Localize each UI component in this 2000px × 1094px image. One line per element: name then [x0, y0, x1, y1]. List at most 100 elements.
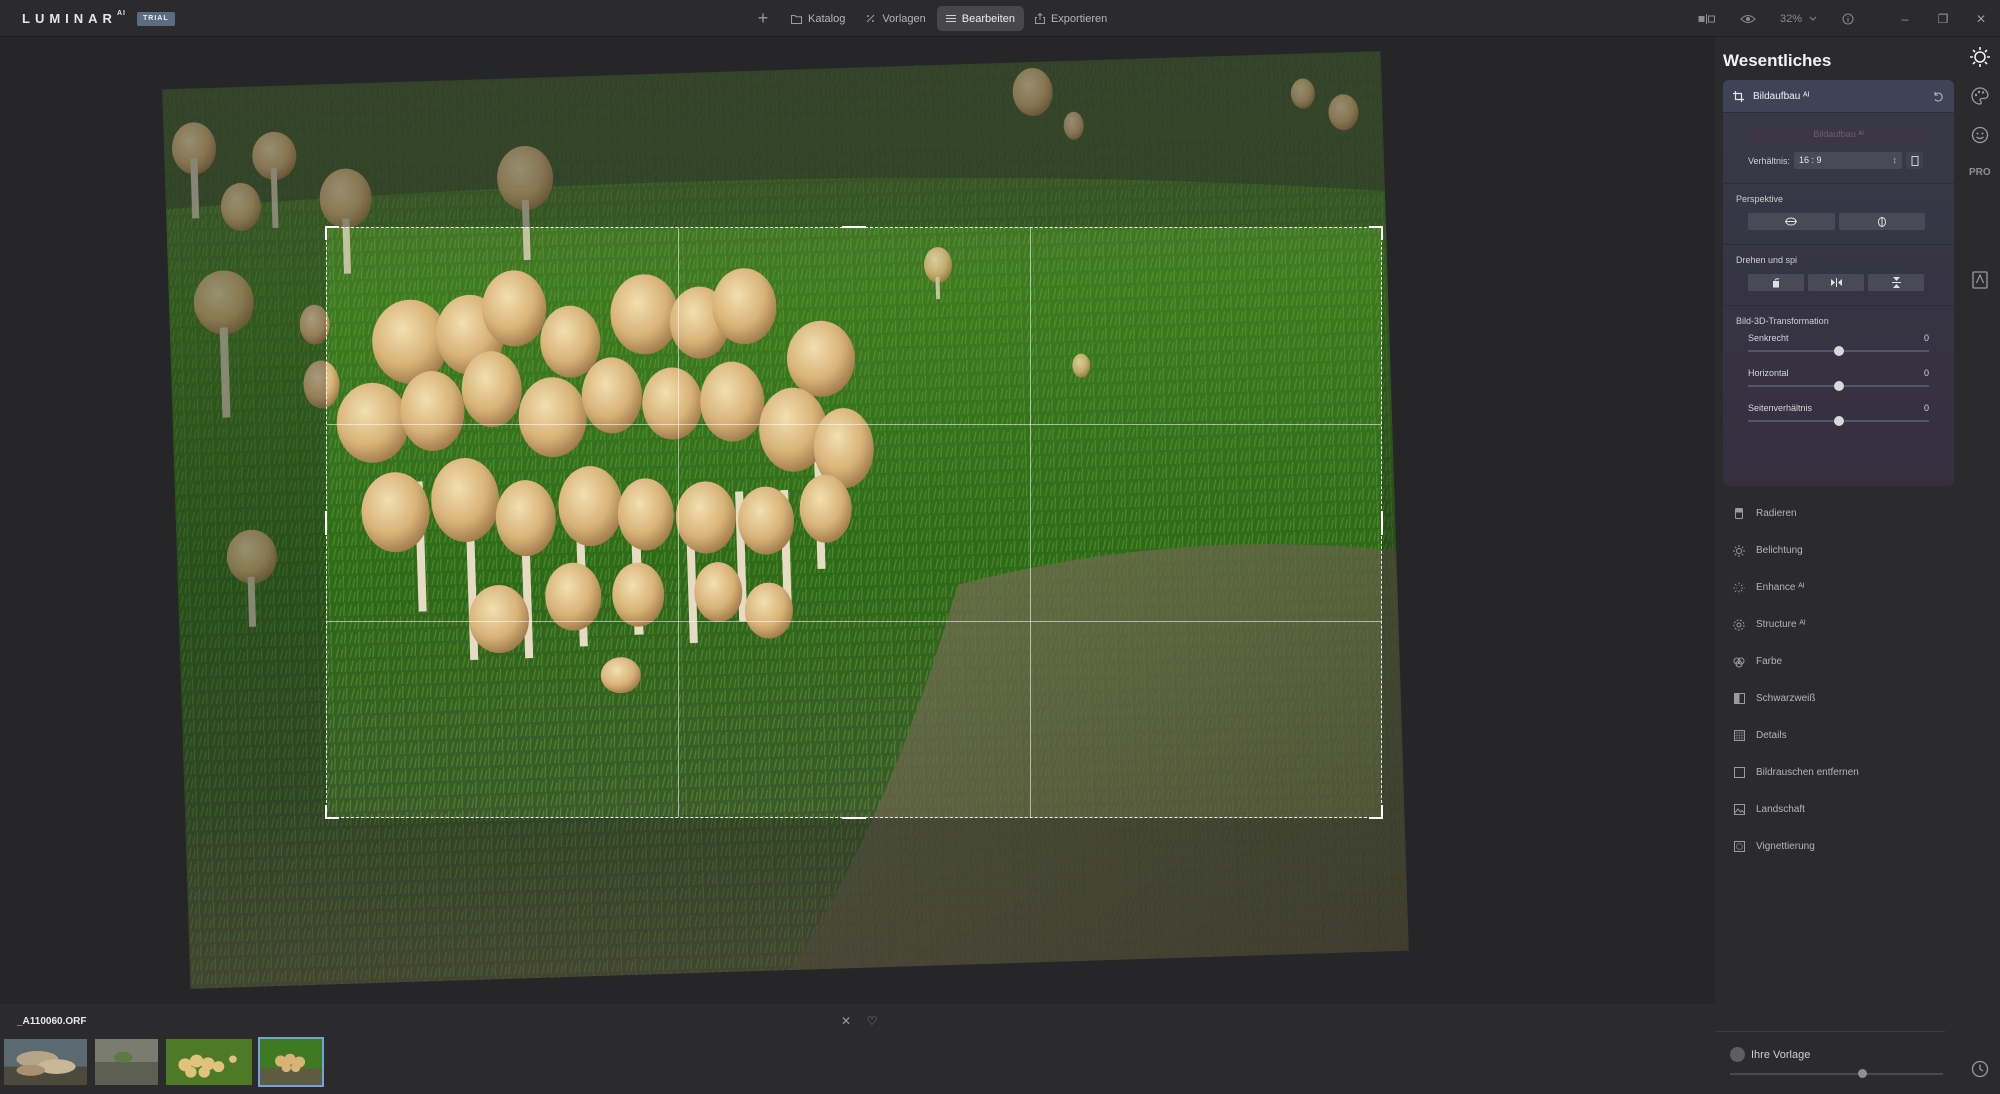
- perspective-section: Perspektive: [1723, 184, 1954, 245]
- tool-enhance[interactable]: Enhance ᴬᴵ: [1723, 569, 1954, 606]
- slider-knob[interactable]: [1833, 416, 1844, 426]
- crop-tool-header[interactable]: Bildaufbau ᴬᴵ: [1723, 80, 1954, 113]
- tool-label: Enhance ᴬᴵ: [1756, 582, 1805, 593]
- tab-katalog[interactable]: Katalog: [782, 6, 854, 31]
- slider-track[interactable]: [1748, 346, 1929, 356]
- crop-grid-line: [327, 620, 1381, 622]
- tab-bearbeiten[interactable]: Bearbeiten: [936, 6, 1024, 31]
- tool-vignettierung[interactable]: Vignettierung: [1723, 828, 1954, 865]
- sun-icon: [1733, 544, 1745, 557]
- reset-icon[interactable]: [1932, 91, 1944, 102]
- slider-track[interactable]: [1748, 416, 1929, 426]
- filmstrip-actions: ✕ ♡: [833, 1014, 885, 1028]
- canvas-icon: [1972, 271, 1988, 289]
- thumbnail-image: [260, 1039, 322, 1085]
- panel-title: Wesentliches: [1723, 51, 1832, 70]
- rotate-flip-section: Drehen und spi­: [1723, 245, 1954, 306]
- thumbnail[interactable]: [164, 1037, 254, 1087]
- image-canvas[interactable]: [0, 37, 1715, 1004]
- palette-icon: [1733, 656, 1745, 668]
- crop-grid-line: [678, 228, 680, 817]
- landscape-icon: [1733, 804, 1745, 816]
- creative-category[interactable]: [1968, 84, 1992, 108]
- panel-divider: [1715, 1031, 1945, 1032]
- compare-button[interactable]: [1698, 13, 1716, 24]
- ratio-row: Verhältnis: 16 : 9: [1748, 152, 1954, 169]
- thumbnail[interactable]: [2, 1037, 89, 1087]
- flip-horizontal-icon: [1830, 278, 1842, 287]
- crop-frame[interactable]: [325, 226, 1383, 819]
- tool-landschaft[interactable]: Landschaft: [1723, 791, 1954, 828]
- tool-label: Structure ᴬᴵ: [1756, 619, 1806, 630]
- portrait-category[interactable]: [1968, 123, 1992, 147]
- flip-horizontal-button[interactable]: [1808, 274, 1864, 291]
- thumbnail-selected[interactable]: [258, 1037, 324, 1087]
- flip-vertical-button[interactable]: [1868, 274, 1924, 291]
- minimize-button[interactable]: –: [1886, 12, 1924, 26]
- tool-details[interactable]: Details: [1723, 717, 1954, 754]
- rotate-button[interactable]: [1748, 274, 1804, 291]
- zoom-value: 32%: [1779, 12, 1802, 25]
- tab-vorlagen[interactable]: Vorlagen: [856, 6, 934, 31]
- perspective-vertical-icon: [1877, 216, 1886, 227]
- preset-amount-slider[interactable]: [1730, 1069, 1943, 1078]
- reject-button[interactable]: ✕: [833, 1014, 859, 1028]
- orientation-icon: [1911, 155, 1919, 166]
- info-button[interactable]: [1842, 13, 1854, 25]
- tool-belichtung[interactable]: Belichtung: [1723, 532, 1954, 569]
- slider-knob[interactable]: [1833, 381, 1844, 391]
- orientation-button[interactable]: [1906, 152, 1924, 169]
- tool-label: Farbe: [1756, 656, 1783, 667]
- crop-handle-bottom-right[interactable]: [1369, 805, 1383, 819]
- crop-handle-top-right[interactable]: [1369, 226, 1383, 240]
- crop-handle-top-left[interactable]: [325, 226, 339, 240]
- tool-structure[interactable]: Structure ᴬᴵ: [1723, 606, 1954, 643]
- crop-handle-left[interactable]: [325, 510, 327, 535]
- tool-farbe[interactable]: Farbe: [1723, 643, 1954, 680]
- history-button[interactable]: [1968, 1057, 1992, 1081]
- composition-ai-button[interactable]: Bildaufbau ᴬᴵ: [1748, 126, 1929, 143]
- face-icon: [1971, 126, 1989, 144]
- crop-handle-top[interactable]: [842, 226, 866, 228]
- trial-badge: TRIAL: [137, 12, 175, 26]
- crop-handle-bottom[interactable]: [842, 817, 866, 819]
- zoom-dropdown[interactable]: 32%: [1780, 13, 1818, 25]
- preset-label: Ihre Vorlage: [1751, 1048, 1811, 1061]
- close-window-button[interactable]: ✕: [1962, 12, 2000, 26]
- history-icon: [1971, 1060, 1989, 1078]
- tab-katalog-label: Katalog: [808, 12, 846, 25]
- thumbnail[interactable]: [93, 1037, 160, 1087]
- tool-schwarzwei[interactable]: Schwarzweiß: [1723, 680, 1954, 717]
- preset-amount-knob[interactable]: [1858, 1069, 1868, 1078]
- top-bar: LUMINARAI TRIAL + Katalog Vorlagen Bearb…: [0, 0, 2000, 37]
- transform-title: Bild-3D-Transformation: [1736, 316, 1829, 326]
- crop-handle-bottom-left[interactable]: [325, 805, 339, 819]
- favorite-button[interactable]: ♡: [859, 1014, 885, 1028]
- essentials-category[interactable]: [1968, 45, 1992, 69]
- top-right-controls: 32% – ❐ ✕: [1686, 0, 2000, 37]
- transform-slider[interactable]: Horizontal 0: [1723, 364, 1954, 399]
- share-icon: [1034, 13, 1045, 24]
- transform-slider[interactable]: Senkrecht 0: [1723, 329, 1954, 364]
- crop-handle-right[interactable]: [1381, 510, 1383, 535]
- sliders-icon: [945, 15, 956, 22]
- ratio-label: Verhältnis:: [1748, 155, 1791, 166]
- tab-exportieren[interactable]: Exportieren: [1026, 6, 1116, 31]
- slider-knob[interactable]: [1833, 346, 1844, 356]
- slider-track[interactable]: [1748, 381, 1929, 391]
- preview-button[interactable]: [1740, 14, 1756, 24]
- pro-category[interactable]: PRO: [1969, 167, 1991, 178]
- tool-bildrauschen[interactable]: Bildrauschen entfernen: [1723, 754, 1954, 791]
- details-icon: [1733, 730, 1745, 742]
- transform-slider[interactable]: Seitenverhältnis 0: [1723, 399, 1954, 434]
- tool-category-strip: PRO: [1960, 37, 2000, 1094]
- perspective-vertical-button[interactable]: [1838, 213, 1925, 230]
- ratio-select[interactable]: 16 : 9: [1794, 152, 1903, 169]
- add-photos-button[interactable]: +: [750, 8, 776, 29]
- tool-radieren[interactable]: Radieren: [1723, 495, 1954, 532]
- canvas-category[interactable]: [1968, 268, 1992, 292]
- perspective-horizontal-button[interactable]: [1748, 213, 1835, 230]
- maximize-button[interactable]: ❐: [1924, 12, 1962, 26]
- preset-row[interactable]: Ihre Vorlage: [1730, 1047, 1810, 1062]
- slider-value: 0: [1923, 368, 1929, 378]
